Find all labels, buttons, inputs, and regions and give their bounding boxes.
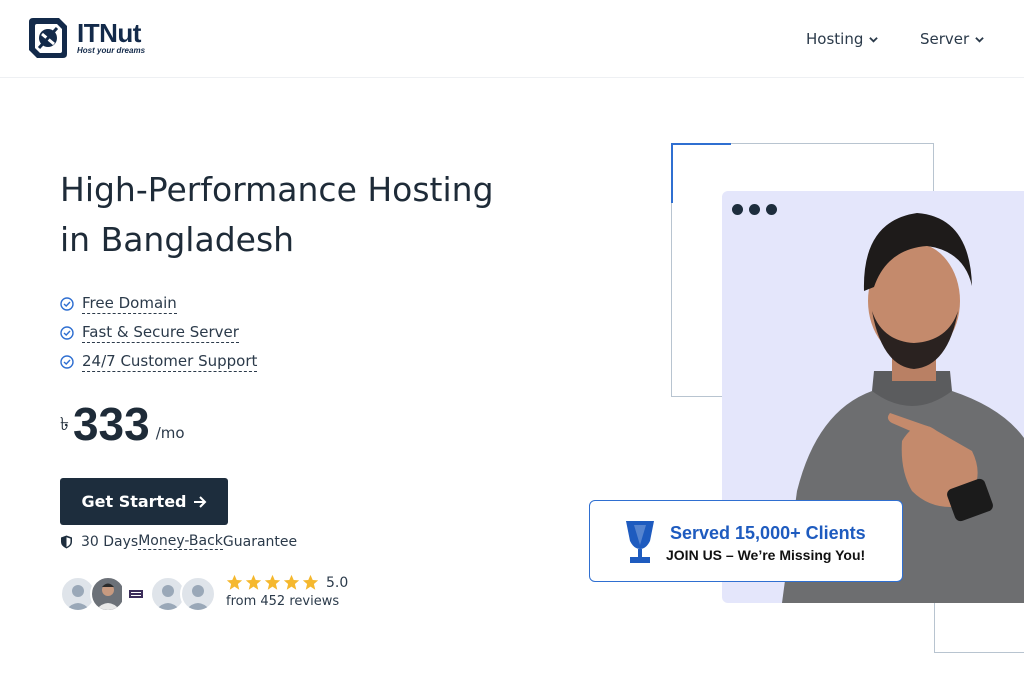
avatar — [122, 580, 150, 608]
feature-item: Fast & Secure Server — [60, 318, 257, 347]
clients-badge: Served 15,000+ Clients JOIN US – We’re M… — [589, 500, 903, 582]
site-header: ITNut Host your dreams Hosting Server — [0, 0, 1024, 78]
check-circle-icon — [60, 354, 74, 369]
frame-accent — [671, 143, 673, 203]
shield-icon — [61, 535, 72, 548]
nav-hosting[interactable]: Hosting — [806, 30, 879, 48]
brand-name: ITNut — [77, 18, 141, 48]
guarantee-suffix: Guarantee — [222, 533, 298, 550]
star-icon — [264, 574, 281, 590]
feature-label[interactable]: Fast & Secure Server — [82, 323, 239, 343]
badge-subtitle: JOIN US – We’re Missing You! — [666, 547, 866, 563]
star-icon — [302, 574, 319, 590]
rating: 5.0 from 452 reviews — [226, 574, 348, 610]
review-count: from 452 reviews — [226, 594, 340, 609]
star-icon — [283, 574, 300, 590]
guarantee-prefix: 30 Days — [81, 533, 139, 550]
nav-server-label: Server — [920, 30, 970, 48]
trophy-icon — [626, 521, 654, 563]
feature-label[interactable]: Free Domain — [82, 294, 177, 314]
hero-title-line1: High-Performance Hosting — [60, 170, 494, 209]
feature-label[interactable]: 24/7 Customer Support — [82, 352, 258, 372]
hero-title-line2: in Bangladesh — [60, 220, 295, 259]
price-currency: ৳ — [60, 414, 69, 435]
price: ৳ 333 /mo — [60, 398, 185, 450]
chevron-down-icon — [869, 36, 879, 43]
feature-list: Free Domain Fast & Secure Server 24/7 Cu… — [60, 289, 258, 376]
brand-tagline: Host your dreams — [77, 46, 146, 55]
avatar — [180, 576, 216, 612]
check-circle-icon — [60, 325, 74, 340]
get-started-label: Get Started — [81, 492, 187, 511]
feature-item: Free Domain — [60, 289, 257, 318]
avatar — [90, 576, 126, 612]
decorative-line — [934, 652, 1024, 653]
money-back-guarantee: 30 Days Money-Back Guarantee — [60, 533, 297, 550]
price-amount: 333 — [72, 398, 150, 450]
logo-mark-icon — [29, 18, 67, 58]
rating-score: 5.0 — [326, 574, 349, 591]
arrow-right-icon — [193, 495, 206, 508]
frame-accent — [671, 143, 731, 145]
star-icon — [226, 574, 243, 590]
star-icon — [245, 574, 262, 590]
check-circle-icon — [60, 296, 74, 311]
badge-title: Served 15,000+ Clients — [670, 523, 866, 543]
guarantee-link[interactable]: Money-Back — [138, 533, 223, 550]
get-started-button[interactable]: Get Started — [60, 478, 228, 525]
hero-title: High-Performance Hosting in Bangladesh — [60, 165, 540, 265]
rating-stars: 5.0 — [226, 574, 348, 591]
feature-item: 24/7 Customer Support — [60, 347, 258, 376]
price-period: /mo — [155, 424, 185, 442]
nav-hosting-label: Hosting — [806, 30, 864, 48]
nav-server[interactable]: Server — [920, 30, 984, 48]
chevron-down-icon — [975, 36, 984, 43]
logo[interactable]: ITNut Host your dreams — [25, 14, 145, 62]
reviewer-avatars — [60, 576, 220, 612]
